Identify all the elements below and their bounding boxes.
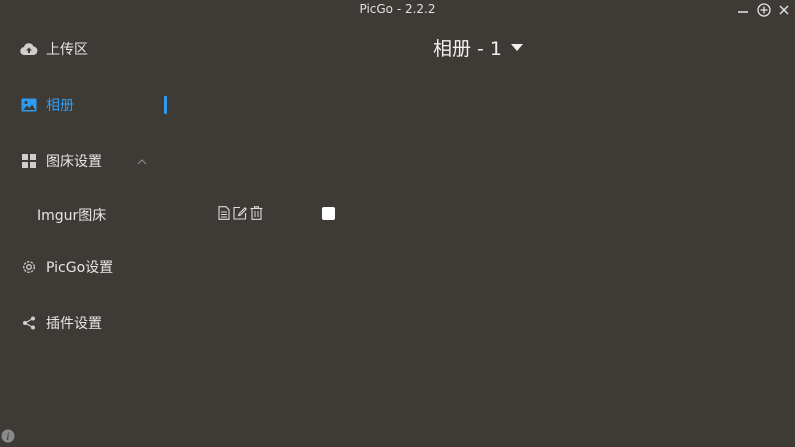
picture-icon	[20, 96, 38, 114]
sidebar-item-label: 图床设置	[46, 154, 102, 170]
sidebar-item-upload[interactable]: 上传区	[0, 34, 170, 64]
minimize-icon[interactable]	[734, 1, 752, 19]
edit-icon[interactable]	[233, 206, 247, 220]
info-icon[interactable]: i	[1, 428, 15, 443]
sidebar-item-label: 插件设置	[46, 316, 102, 332]
submenu-item-imgur[interactable]: Imgur图床	[0, 199, 340, 229]
sidebar-item-picbed-settings[interactable]: 图床设置	[0, 146, 170, 176]
chevron-up-icon	[135, 154, 149, 168]
share-icon	[20, 314, 38, 332]
sidebar-item-gallery[interactable]: 相册	[0, 90, 170, 120]
caret-down-icon	[511, 44, 524, 51]
submenu-item-label: Imgur图床	[37, 208, 107, 224]
close-icon[interactable]	[775, 1, 793, 19]
sidebar: 上传区 相册 图床设置 Imgur图床 PicGo设置 插件设置	[0, 20, 335, 441]
maximize-icon[interactable]	[755, 1, 773, 19]
default-picbed-checkbox[interactable]	[322, 207, 335, 220]
window-title: PicGo - 2.2.2	[359, 2, 436, 16]
trash-icon[interactable]	[249, 206, 263, 220]
gallery-title-dropdown[interactable]: 相册 - 1	[433, 34, 524, 61]
sidebar-item-picgo-settings[interactable]: PicGo设置	[0, 252, 170, 282]
title-bar: PicGo - 2.2.2	[0, 0, 795, 20]
sidebar-item-label: PicGo设置	[46, 260, 114, 276]
sidebar-item-label: 上传区	[46, 42, 88, 58]
cloud-upload-icon	[20, 40, 38, 58]
sidebar-item-label: 相册	[46, 98, 74, 114]
page-title: 相册 - 1	[433, 38, 503, 60]
svg-text:i: i	[6, 432, 9, 443]
document-icon[interactable]	[217, 206, 231, 220]
gear-icon	[20, 258, 38, 276]
grid-icon	[20, 152, 38, 170]
sidebar-item-plugin-settings[interactable]: 插件设置	[0, 308, 170, 338]
active-indicator	[164, 96, 167, 114]
